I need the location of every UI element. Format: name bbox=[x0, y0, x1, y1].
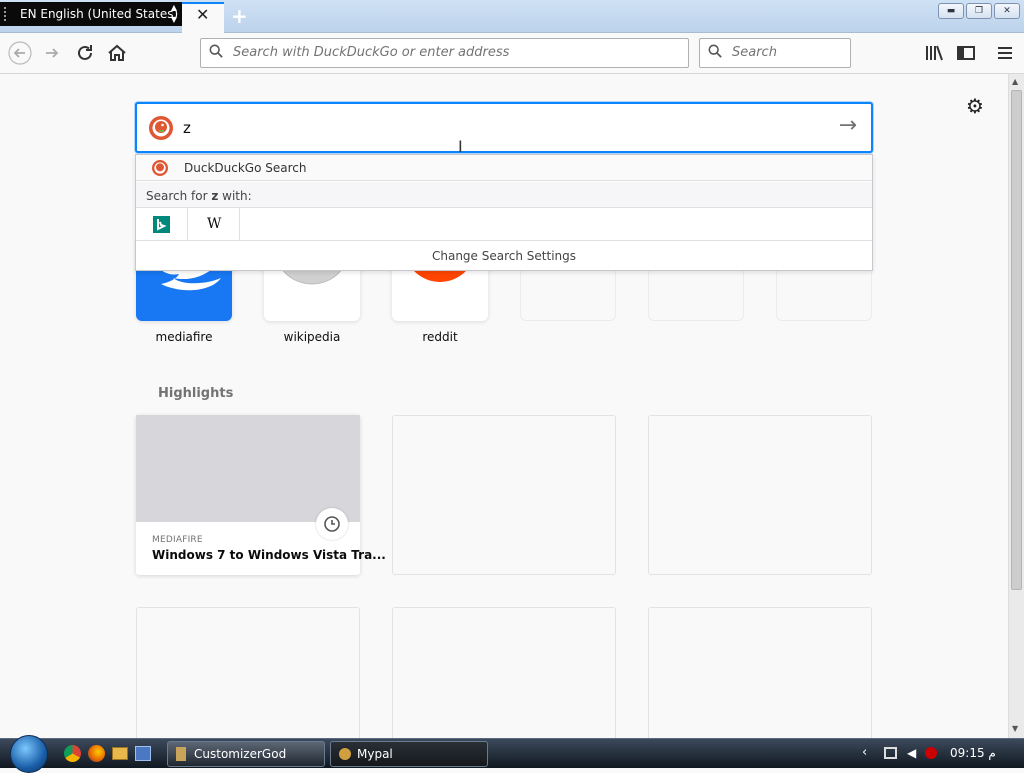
top-site-label: wikipedia bbox=[283, 330, 341, 344]
drag-handle-icon bbox=[4, 7, 10, 21]
scroll-thumb[interactable] bbox=[1011, 90, 1022, 590]
vertical-scrollbar[interactable]: ▲ ▼ bbox=[1008, 74, 1024, 738]
minimize-button[interactable]: ▬ bbox=[938, 3, 964, 19]
engine-bing[interactable] bbox=[136, 208, 188, 241]
search-for-header: Search for z with: bbox=[136, 182, 872, 208]
back-arrow-icon bbox=[8, 41, 32, 65]
highlight-title: Windows 7 to Windows Vista Tra... bbox=[152, 548, 386, 562]
top-site-label: reddit bbox=[422, 330, 458, 344]
language-indicator[interactable]: EN English (United States) ▲ ▼ bbox=[0, 2, 182, 26]
mypal-icon bbox=[339, 748, 351, 760]
one-off-engines: W bbox=[136, 208, 872, 241]
url-placeholder: Search with DuckDuckGo or enter address bbox=[233, 45, 510, 60]
search-icon bbox=[708, 44, 722, 58]
highlight-source: MEDIAFIRE bbox=[152, 535, 203, 545]
search-placeholder: Search bbox=[732, 45, 777, 60]
reload-icon bbox=[78, 45, 92, 60]
tab-close-icon[interactable]: ✕ bbox=[196, 5, 209, 24]
page-search-value: z bbox=[183, 119, 191, 137]
chrome-icon[interactable] bbox=[64, 745, 81, 762]
wikipedia-icon: W bbox=[207, 216, 222, 232]
highlight-thumbnail bbox=[136, 415, 360, 522]
app-icon[interactable] bbox=[135, 746, 151, 761]
new-tab-page: ⚙ Ω mediafire wikipedia reddit z → I Duc… bbox=[0, 74, 1008, 767]
taskbar-item-customizergod[interactable]: CustomizerGod bbox=[167, 741, 325, 767]
language-arrow-icon: ▲ ▼ bbox=[170, 3, 177, 24]
home-button[interactable] bbox=[105, 41, 129, 65]
network-icon[interactable] bbox=[884, 747, 897, 759]
url-bar[interactable]: Search with DuckDuckGo or enter address bbox=[200, 38, 689, 68]
change-search-settings-button[interactable]: Change Search Settings bbox=[136, 241, 872, 271]
duckduckgo-icon bbox=[152, 160, 168, 176]
program-icon bbox=[176, 747, 186, 761]
forward-arrow-icon bbox=[46, 48, 59, 58]
taskbar-clock[interactable]: 09:15 م bbox=[950, 746, 996, 760]
taskbar-item-mypal[interactable]: Mypal bbox=[330, 741, 488, 767]
tray-expand-icon[interactable]: ‹ bbox=[862, 745, 867, 760]
firefox-icon[interactable] bbox=[88, 745, 105, 762]
search-bar[interactable]: Search bbox=[699, 38, 851, 68]
back-button[interactable] bbox=[8, 41, 32, 65]
library-button[interactable] bbox=[922, 41, 946, 65]
engine-wikipedia[interactable]: W bbox=[188, 208, 240, 241]
duckduckgo-icon bbox=[149, 116, 173, 140]
clock-icon bbox=[316, 508, 348, 540]
antivirus-icon[interactable] bbox=[925, 747, 937, 759]
scroll-down-icon[interactable]: ▼ bbox=[1012, 724, 1018, 733]
restore-button[interactable]: ❐ bbox=[966, 3, 992, 19]
highlight-placeholder bbox=[648, 415, 872, 575]
nav-bar: Search with DuckDuckGo or enter address … bbox=[0, 33, 1024, 74]
suggestion-label: DuckDuckGo Search bbox=[184, 161, 307, 175]
menu-button[interactable] bbox=[993, 41, 1017, 65]
top-site-label: mediafire bbox=[155, 330, 213, 344]
forward-button[interactable] bbox=[40, 41, 64, 65]
search-suggestions-popup: DuckDuckGo Search Search for z with: W C… bbox=[135, 154, 873, 271]
tab-strip: EN English (United States) ▲ ▼ ✕ + ▬ ❐ ✕ bbox=[0, 0, 1024, 33]
highlight-card[interactable]: MEDIAFIRE Windows 7 to Windows Vista Tra… bbox=[136, 415, 386, 575]
highlight-placeholder bbox=[392, 415, 616, 575]
search-for-suffix: with: bbox=[218, 189, 252, 203]
start-button[interactable] bbox=[10, 735, 48, 773]
home-icon bbox=[108, 44, 126, 61]
search-icon bbox=[209, 44, 223, 58]
suggestion-duckduckgo[interactable]: DuckDuckGo Search bbox=[136, 155, 872, 181]
taskbar-item-label: Mypal bbox=[357, 747, 393, 761]
hamburger-menu-icon bbox=[998, 47, 1012, 59]
search-go-arrow-icon[interactable]: → bbox=[839, 113, 857, 138]
library-icon bbox=[926, 45, 943, 61]
gear-icon[interactable]: ⚙ bbox=[966, 94, 984, 118]
scroll-up-icon[interactable]: ▲ bbox=[1012, 77, 1018, 86]
taskbar-item-label: CustomizerGod bbox=[194, 747, 287, 761]
taskbar: CustomizerGod Mypal ‹ ◀ 09:15 م bbox=[0, 735, 1024, 773]
volume-icon[interactable]: ◀ bbox=[907, 746, 916, 760]
sidebar-icon bbox=[957, 46, 975, 60]
highlights-title: Highlights bbox=[158, 386, 234, 401]
language-label: EN English (United States) bbox=[20, 7, 179, 21]
new-tab-button[interactable]: + bbox=[231, 4, 248, 28]
page-search-input[interactable]: z → bbox=[135, 102, 873, 153]
sidebar-button[interactable] bbox=[954, 41, 978, 65]
folder-icon[interactable] bbox=[112, 747, 128, 760]
close-window-button[interactable]: ✕ bbox=[994, 3, 1020, 19]
bing-icon bbox=[153, 216, 170, 233]
reload-button[interactable] bbox=[73, 41, 97, 65]
search-for-prefix: Search for bbox=[146, 189, 212, 203]
